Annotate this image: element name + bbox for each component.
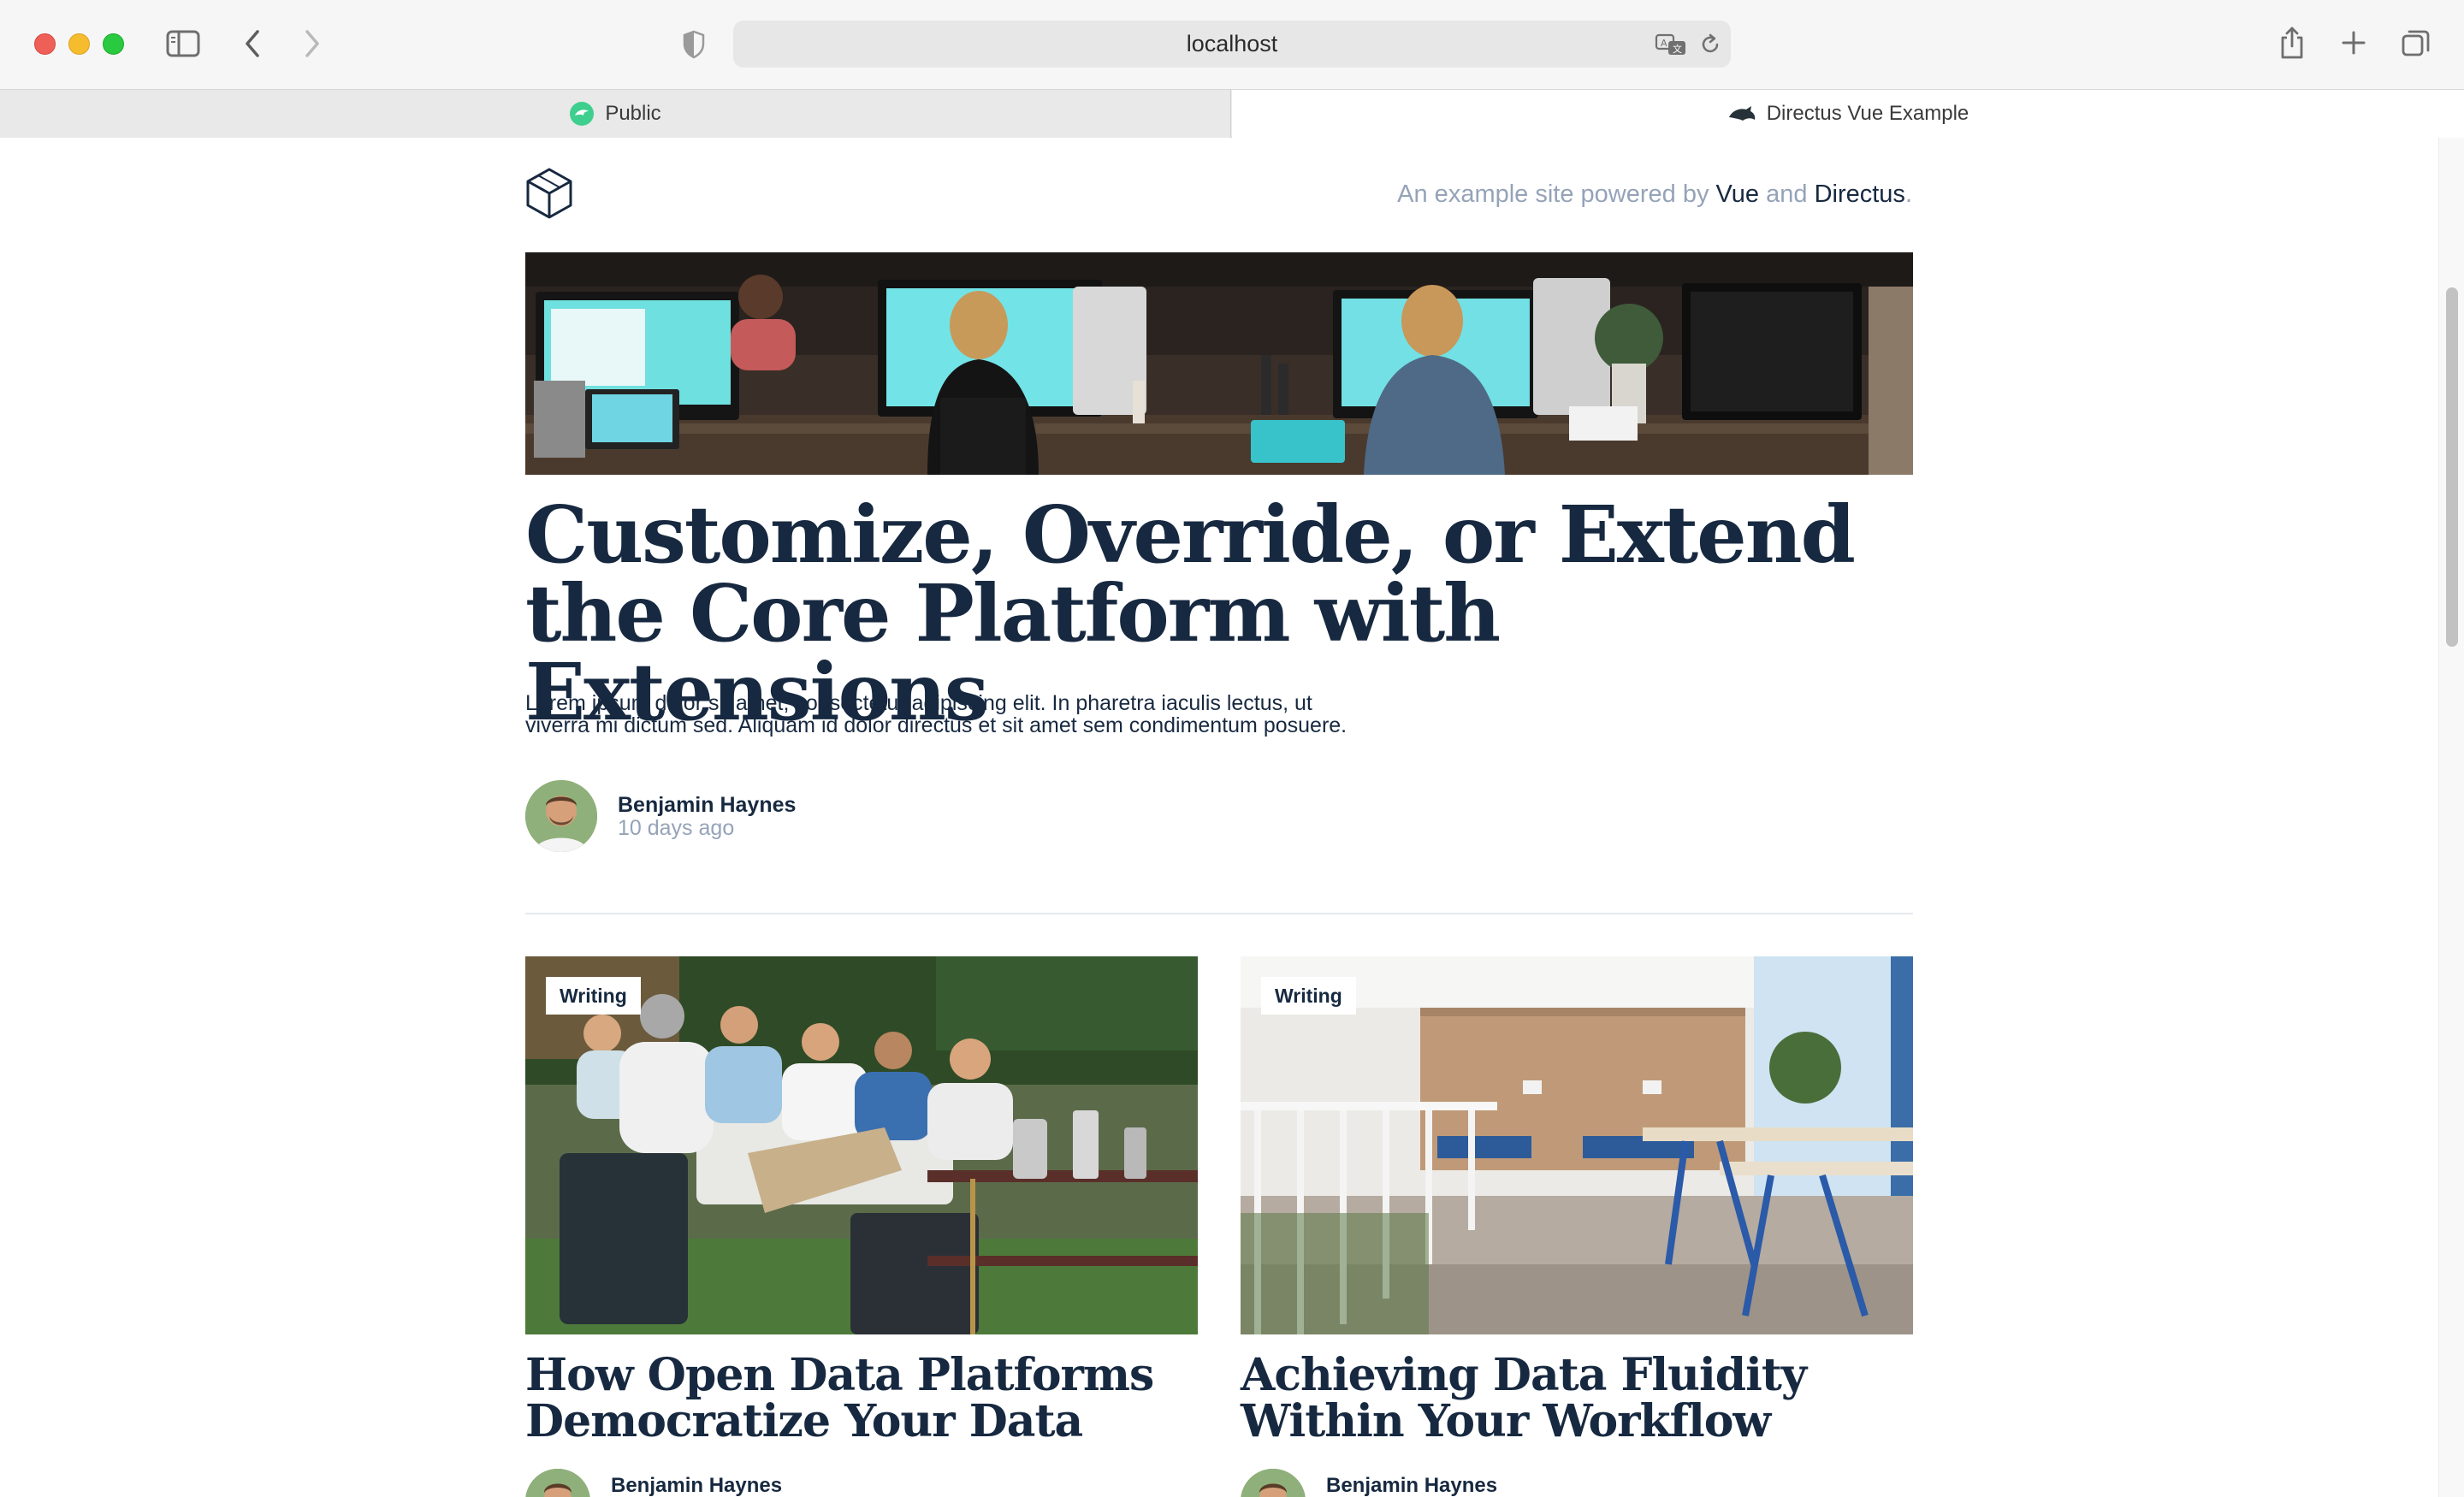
tab-directus-label: Directus Vue Example [1766, 102, 1969, 125]
article-card-image[interactable]: Writing [525, 956, 1198, 1334]
directus-link[interactable]: Directus [1815, 180, 1905, 208]
site-tagline: An example site powered by Vue and Direc… [1397, 180, 1912, 209]
new-tab-plus-icon[interactable] [2339, 28, 2368, 57]
tagline-end: . [1904, 180, 1912, 208]
share-icon[interactable] [2277, 24, 2307, 62]
page-content: An example site powered by Vue and Direc… [0, 138, 2464, 1497]
article-author: Benjamin Haynes [1241, 1469, 1497, 1497]
hero-description: Lorem ipsum dolor sit amet, consectetur … [525, 691, 1348, 737]
close-window-button[interactable] [34, 33, 56, 55]
forward-arrow-icon[interactable] [299, 27, 325, 60]
minimize-window-button[interactable] [68, 33, 90, 55]
url-text: localhost [1186, 31, 1278, 56]
post-date: 10 days ago [618, 816, 735, 840]
privacy-shield-icon[interactable] [680, 28, 708, 61]
page-scrollbar[interactable] [2438, 138, 2464, 1497]
scrollbar-thumb[interactable] [2446, 287, 2458, 647]
svg-text:A: A [1661, 38, 1667, 49]
translate-icon[interactable]: A文 [1654, 31, 1688, 58]
author-name[interactable]: Benjamin Haynes [611, 1474, 782, 1497]
address-bar[interactable]: localhost A文 [733, 21, 1731, 68]
site-logo-cube-icon[interactable] [525, 167, 573, 220]
author-name[interactable]: Benjamin Haynes [1326, 1474, 1497, 1497]
tagline-prefix: An example site powered by [1397, 180, 1709, 208]
back-arrow-icon[interactable] [240, 27, 265, 60]
tab-directus-vue-example[interactable]: Directus Vue Example [1232, 90, 2464, 138]
article-title[interactable]: How Open Data Platforms Democratize Your… [525, 1352, 1210, 1445]
tab-public-label: Public [605, 102, 661, 125]
directus-rabbit-favicon-icon [1727, 104, 1756, 124]
article-category-badge[interactable]: Writing [1261, 977, 1356, 1015]
vue-link[interactable]: Vue [1716, 180, 1760, 208]
hero-author: Benjamin Haynes 10 days ago [525, 780, 796, 852]
zoom-window-button[interactable] [103, 33, 124, 55]
tab-bar: Public Directus Vue Example [0, 89, 2464, 138]
browser-toolbar: localhost A文 [0, 0, 2464, 89]
author-name[interactable]: Benjamin Haynes [618, 793, 796, 817]
section-divider [525, 913, 1913, 914]
article-author: Benjamin Haynes [525, 1469, 782, 1497]
author-avatar [525, 780, 597, 852]
tab-public[interactable]: Public [0, 90, 1231, 138]
tab-overview-icon[interactable] [2399, 27, 2433, 61]
article-category-badge[interactable]: Writing [546, 977, 641, 1015]
svg-text:文: 文 [1673, 43, 1682, 55]
hero-image[interactable] [525, 252, 1913, 475]
author-avatar [525, 1469, 590, 1497]
reload-icon[interactable] [1698, 32, 1722, 57]
sidebar-toggle-icon[interactable] [165, 27, 201, 60]
author-avatar [1241, 1469, 1306, 1497]
tagline-and: and [1766, 180, 1808, 208]
public-favicon-icon [569, 101, 595, 127]
article-card-image[interactable]: Writing [1241, 956, 1913, 1334]
article-title[interactable]: Achieving Data Fluidity Within Your Work… [1241, 1352, 1925, 1445]
